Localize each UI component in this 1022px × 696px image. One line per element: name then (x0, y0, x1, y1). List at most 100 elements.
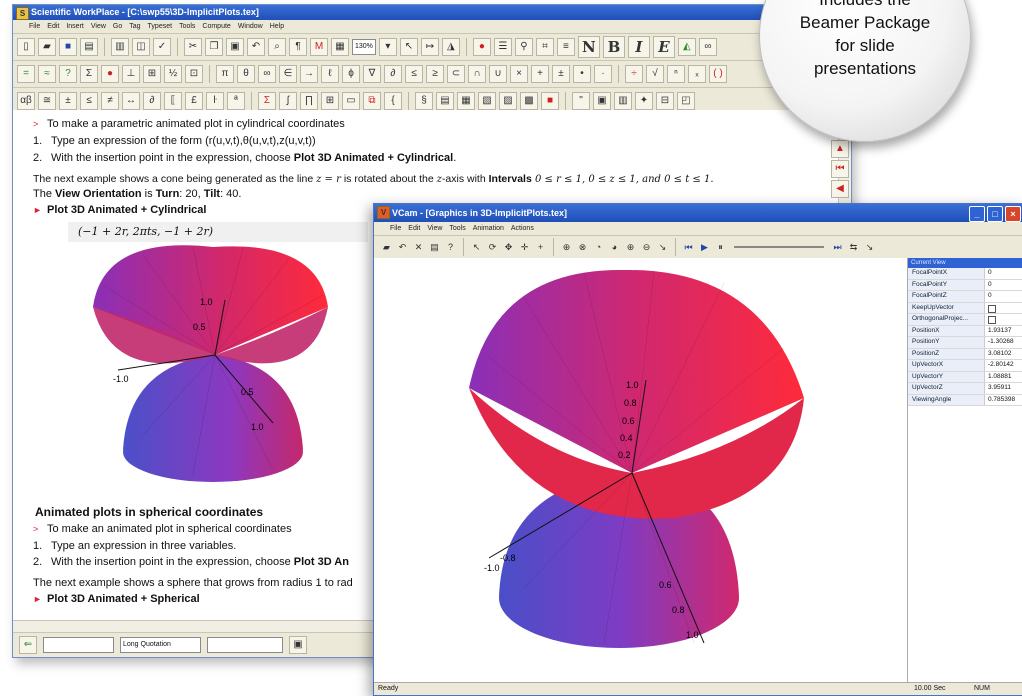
new-file-icon[interactable]: ▯ (17, 38, 35, 56)
menu-insert[interactable]: Insert (66, 20, 84, 33)
theta-symbol-icon[interactable]: θ (237, 65, 255, 83)
select-icon[interactable]: ↖ (470, 241, 483, 254)
rotate-icon[interactable]: ⟳ (486, 241, 499, 254)
zoom-out-icon[interactable]: ⊖ (640, 241, 653, 254)
delimiters-icon[interactable]: ⟦ (164, 92, 182, 110)
loop-icon[interactable]: ⇆ (847, 241, 860, 254)
vcam-cone-plot[interactable]: 1.0 0.8 0.6 0.4 0.2 -0.8 -1.0 0.6 0.8 1.… (374, 258, 907, 683)
matrix-grid-icon[interactable]: ⊞ (321, 92, 339, 110)
normal-text-button[interactable]: N (577, 36, 600, 58)
display-icon[interactable]: ▭ (342, 92, 360, 110)
property-row[interactable]: OrthogonalProjec... (908, 314, 1022, 326)
partial-symbol-icon[interactable]: ∂ (384, 65, 402, 83)
save-small-icon[interactable]: ▣ (289, 636, 307, 654)
infinity-symbol-icon[interactable]: ∞ (258, 65, 276, 83)
evaluate-icon[interactable]: = (17, 65, 35, 83)
menu-typeset[interactable]: Typeset (148, 20, 173, 33)
stop-icon[interactable]: ● (472, 38, 491, 56)
fit-icon[interactable]: ↘ (656, 241, 669, 254)
cases-icon[interactable]: { (384, 92, 402, 110)
property-row[interactable]: KeepUpVector (908, 302, 1022, 314)
phi-symbol-icon[interactable]: ϕ (342, 65, 360, 83)
format-icon[interactable]: ≡ (556, 38, 575, 56)
arrow-tool-icon[interactable]: ↖ (399, 38, 418, 56)
quote-icon[interactable]: " (572, 92, 590, 110)
environment-icon[interactable]: ▨ (499, 92, 517, 110)
plot-expression[interactable]: (−1 + 2r, 2πts, −1 + 2r) (68, 222, 368, 242)
sum-icon[interactable]: Σ (258, 92, 276, 110)
currency-icon[interactable]: £ (185, 92, 203, 110)
animation-slider[interactable] (734, 246, 824, 248)
vcam-menu-animation[interactable]: Animation (473, 222, 504, 235)
geq-symbol-icon[interactable]: ≥ (426, 65, 444, 83)
plot3d-icon[interactable]: ⊞ (143, 65, 161, 83)
property-row[interactable]: PositionY -1.30268 (908, 337, 1022, 349)
property-row[interactable]: ViewingAngle 0.785398 (908, 394, 1022, 406)
field-icon[interactable]: ▣ (593, 92, 611, 110)
undo-icon[interactable]: ↶ (247, 38, 265, 56)
nabla-symbol-icon[interactable]: ∇ (363, 65, 381, 83)
bold-button[interactable]: B (602, 36, 625, 58)
cross-ref-icon[interactable]: ✦ (635, 92, 653, 110)
fragment-icon[interactable]: ▤ (436, 92, 454, 110)
big-operator-icon[interactable]: ∏ (300, 92, 318, 110)
graphic-icon[interactable]: ◭ (677, 38, 696, 56)
zoom-in-icon[interactable]: ⊕ (624, 241, 637, 254)
yaw-icon[interactable]: ⊕ (560, 241, 573, 254)
plot2d-icon[interactable]: ⊥ (122, 65, 140, 83)
help-icon[interactable]: ? (444, 241, 457, 254)
arrows-icon[interactable]: ↔ (122, 92, 140, 110)
spin-icon[interactable]: ◕ (608, 241, 621, 254)
vcam-menu-file[interactable]: File (390, 222, 401, 235)
property-row[interactable]: UpVectorZ 3.95911 (908, 383, 1022, 395)
maximize-icon[interactable]: □ (987, 206, 1003, 222)
open-icon[interactable]: ▰ (380, 241, 393, 254)
tag-select-3[interactable] (207, 637, 283, 653)
pause-icon[interactable]: ⏸ (714, 241, 727, 254)
plus-symbol-icon[interactable]: + (531, 65, 549, 83)
rewind-icon[interactable]: ⏮ (682, 241, 695, 254)
leq-symbol-icon[interactable]: ≤ (405, 65, 423, 83)
radical-icon[interactable]: √ (646, 65, 664, 83)
bookmarks-icon[interactable]: ▥ (614, 92, 632, 110)
plus-minus-symbol-icon[interactable]: ± (552, 65, 570, 83)
marker-icon[interactable]: M (310, 38, 328, 56)
vcam-menu-tools[interactable]: Tools (449, 222, 465, 235)
copy-icon[interactable]: ❐ (205, 38, 223, 56)
bullet-symbol-icon[interactable]: • (573, 65, 591, 83)
vcam-menu-edit[interactable]: Edit (408, 222, 420, 235)
previous-page-icon[interactable]: ⏮ (831, 160, 849, 178)
simplify-icon[interactable]: Σ (80, 65, 98, 83)
property-row[interactable]: FocalPointX 0 (908, 268, 1022, 280)
label-icon[interactable]: ⧉ (363, 92, 381, 110)
property-row[interactable]: PositionZ 3.08102 (908, 348, 1022, 360)
times-symbol-icon[interactable]: × (510, 65, 528, 83)
right-arrow-icon[interactable]: → (300, 65, 318, 83)
italic-button[interactable]: I (627, 36, 650, 58)
paste-icon[interactable]: ▣ (226, 38, 244, 56)
matrix-icon[interactable]: ⊡ (185, 65, 203, 83)
symbol-panel-icon[interactable]: αβ (17, 92, 35, 110)
page-back-icon[interactable]: ◀ (831, 180, 849, 198)
menu-tools[interactable]: Tools (179, 20, 195, 33)
undo-icon[interactable]: ↶ (396, 241, 409, 254)
property-row[interactable]: FocalPointZ 0 (908, 291, 1022, 303)
3d-viewport[interactable]: 1.0 0.8 0.6 0.4 0.2 -0.8 -1.0 0.6 0.8 1.… (374, 258, 908, 683)
element-of-icon[interactable]: ∈ (279, 65, 297, 83)
navigate-icon[interactable]: ↦ (420, 38, 439, 56)
property-row[interactable]: FocalPointY 0 (908, 279, 1022, 291)
dropdown-icon[interactable]: ▾ (378, 38, 397, 56)
move-icon[interactable]: ✥ (502, 241, 515, 254)
tag-select-1[interactable] (43, 637, 114, 653)
subscript-icon[interactable]: ₓ (688, 65, 706, 83)
menu-view[interactable]: View (91, 20, 106, 33)
integral-icon[interactable]: ∫ (279, 92, 297, 110)
section-icon[interactable]: § (415, 92, 433, 110)
citation-icon[interactable]: ⊟ (656, 92, 674, 110)
property-row[interactable]: UpVectorX -2.80142 (908, 360, 1022, 372)
dot-symbol-icon[interactable]: · (594, 65, 612, 83)
menu-go[interactable]: Go (113, 20, 122, 33)
play-icon[interactable]: ▶ (698, 241, 711, 254)
menu-tag[interactable]: Tag (129, 20, 140, 33)
minimize-icon[interactable]: _ (969, 206, 985, 222)
